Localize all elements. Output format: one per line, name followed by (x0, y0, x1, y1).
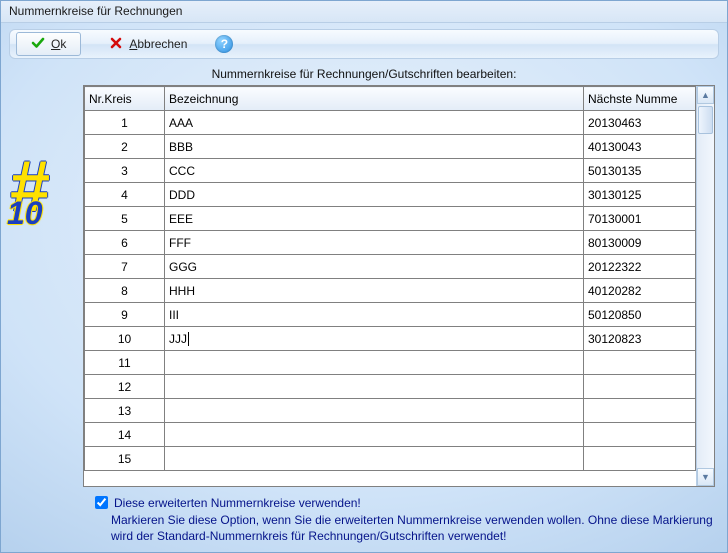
table-row[interactable]: 4DDD30130125 (85, 183, 696, 207)
col-header-bezeichnung[interactable]: Bezeichnung (165, 87, 584, 111)
cell-bezeichnung[interactable]: III (165, 303, 584, 327)
cell-bezeichnung[interactable] (165, 375, 584, 399)
cell-next-number[interactable]: 40130043 (584, 135, 696, 159)
table-row[interactable]: 2BBB40130043 (85, 135, 696, 159)
cell-nr[interactable]: 9 (85, 303, 165, 327)
cell-nr[interactable]: 7 (85, 255, 165, 279)
cell-bezeichnung[interactable]: JJJ (165, 327, 584, 351)
cell-bezeichnung[interactable] (165, 399, 584, 423)
cell-next-number[interactable]: 20122322 (584, 255, 696, 279)
cell-nr[interactable]: 15 (85, 447, 165, 471)
table-row[interactable]: 13 (85, 399, 696, 423)
cell-next-number[interactable] (584, 375, 696, 399)
cell-next-number[interactable]: 30120823 (584, 327, 696, 351)
cell-nr[interactable]: 4 (85, 183, 165, 207)
cell-nr[interactable]: 6 (85, 231, 165, 255)
footer-hint: Markieren Sie diese Option, wenn Sie die… (111, 512, 715, 544)
grid[interactable]: Nr.Kreis Bezeichnung Nächste Numme 1AAA2… (84, 86, 696, 486)
cell-next-number[interactable] (584, 447, 696, 471)
cell-bezeichnung[interactable]: BBB (165, 135, 584, 159)
toolbar: Ok Abbrechen ? (9, 29, 719, 59)
table-row[interactable]: 1AAA20130463 (85, 111, 696, 135)
use-extended-checkbox-row[interactable]: Diese erweiterten Nummernkreise verwende… (95, 496, 715, 510)
cell-bezeichnung[interactable]: HHH (165, 279, 584, 303)
cell-next-number[interactable] (584, 351, 696, 375)
cell-next-number[interactable]: 20130463 (584, 111, 696, 135)
cancel-button[interactable]: Abbrechen (103, 32, 193, 56)
table-row[interactable]: 14 (85, 423, 696, 447)
cell-nr[interactable]: 8 (85, 279, 165, 303)
table-row[interactable]: 11 (85, 351, 696, 375)
page-subtitle: Nummernkreise für Rechnungen/Gutschrifte… (1, 61, 727, 85)
cell-nr[interactable]: 5 (85, 207, 165, 231)
cancel-icon (109, 36, 123, 53)
help-button[interactable]: ? (215, 35, 233, 53)
table-row[interactable]: 3CCC50130135 (85, 159, 696, 183)
cell-next-number[interactable]: 40120282 (584, 279, 696, 303)
table-row[interactable]: 12 (85, 375, 696, 399)
titlebar: Nummernkreise für Rechnungen (1, 1, 727, 23)
content-area: # 10 Nr.Kreis Bezeichnung Nächste Numme … (13, 85, 715, 517)
table-row[interactable]: 6FFF80130009 (85, 231, 696, 255)
check-icon (31, 36, 45, 53)
window-title: Nummernkreise für Rechnungen (9, 4, 182, 18)
table-row[interactable]: 15 (85, 447, 696, 471)
col-header-next[interactable]: Nächste Numme (584, 87, 696, 111)
help-icon: ? (221, 37, 228, 51)
cell-bezeichnung[interactable]: EEE (165, 207, 584, 231)
ok-button[interactable]: Ok (16, 32, 81, 56)
scroll-up-button[interactable]: ▲ (697, 86, 714, 104)
cell-bezeichnung[interactable]: FFF (165, 231, 584, 255)
cell-nr[interactable]: 3 (85, 159, 165, 183)
cell-bezeichnung[interactable] (165, 447, 584, 471)
cell-nr[interactable]: 10 (85, 327, 165, 351)
cell-bezeichnung[interactable]: DDD (165, 183, 584, 207)
cell-bezeichnung[interactable]: CCC (165, 159, 584, 183)
ten-glyph: 10 (7, 195, 43, 232)
number-range-table: Nr.Kreis Bezeichnung Nächste Numme 1AAA2… (84, 86, 696, 471)
cell-next-number[interactable]: 50120850 (584, 303, 696, 327)
scroll-track[interactable] (697, 104, 714, 468)
table-row[interactable]: 7GGG20122322 (85, 255, 696, 279)
cell-next-number[interactable]: 70130001 (584, 207, 696, 231)
window-root: Nummernkreise für Rechnungen Ok Abbreche… (0, 0, 728, 553)
cell-nr[interactable]: 2 (85, 135, 165, 159)
table-row[interactable]: 5EEE70130001 (85, 207, 696, 231)
ok-label: Ok (51, 37, 66, 51)
cell-bezeichnung[interactable]: GGG (165, 255, 584, 279)
table-row[interactable]: 10JJJ30120823 (85, 327, 696, 351)
use-extended-checkbox[interactable] (95, 496, 108, 509)
scroll-thumb[interactable] (698, 106, 713, 134)
cancel-label: Abbrechen (129, 37, 187, 51)
cell-bezeichnung[interactable]: AAA (165, 111, 584, 135)
use-extended-label: Diese erweiterten Nummernkreise verwende… (114, 496, 361, 510)
cell-next-number[interactable]: 30130125 (584, 183, 696, 207)
cell-next-number[interactable] (584, 423, 696, 447)
number-range-icon: # 10 (7, 173, 85, 243)
cell-next-number[interactable]: 80130009 (584, 231, 696, 255)
scroll-down-button[interactable]: ▼ (697, 468, 714, 486)
hash-glyph: # (9, 151, 49, 223)
cell-bezeichnung[interactable] (165, 423, 584, 447)
vertical-scrollbar[interactable]: ▲ ▼ (696, 86, 714, 486)
cell-nr[interactable]: 13 (85, 399, 165, 423)
cell-next-number[interactable]: 50130135 (584, 159, 696, 183)
cell-next-number[interactable] (584, 399, 696, 423)
cell-bezeichnung[interactable] (165, 351, 584, 375)
cell-nr[interactable]: 1 (85, 111, 165, 135)
footer: Diese erweiterten Nummernkreise verwende… (13, 492, 715, 544)
cell-nr[interactable]: 12 (85, 375, 165, 399)
table-container: Nr.Kreis Bezeichnung Nächste Numme 1AAA2… (83, 85, 715, 487)
col-header-nr[interactable]: Nr.Kreis (85, 87, 165, 111)
cell-nr[interactable]: 11 (85, 351, 165, 375)
table-row[interactable]: 9III50120850 (85, 303, 696, 327)
table-row[interactable]: 8HHH40120282 (85, 279, 696, 303)
cell-nr[interactable]: 14 (85, 423, 165, 447)
